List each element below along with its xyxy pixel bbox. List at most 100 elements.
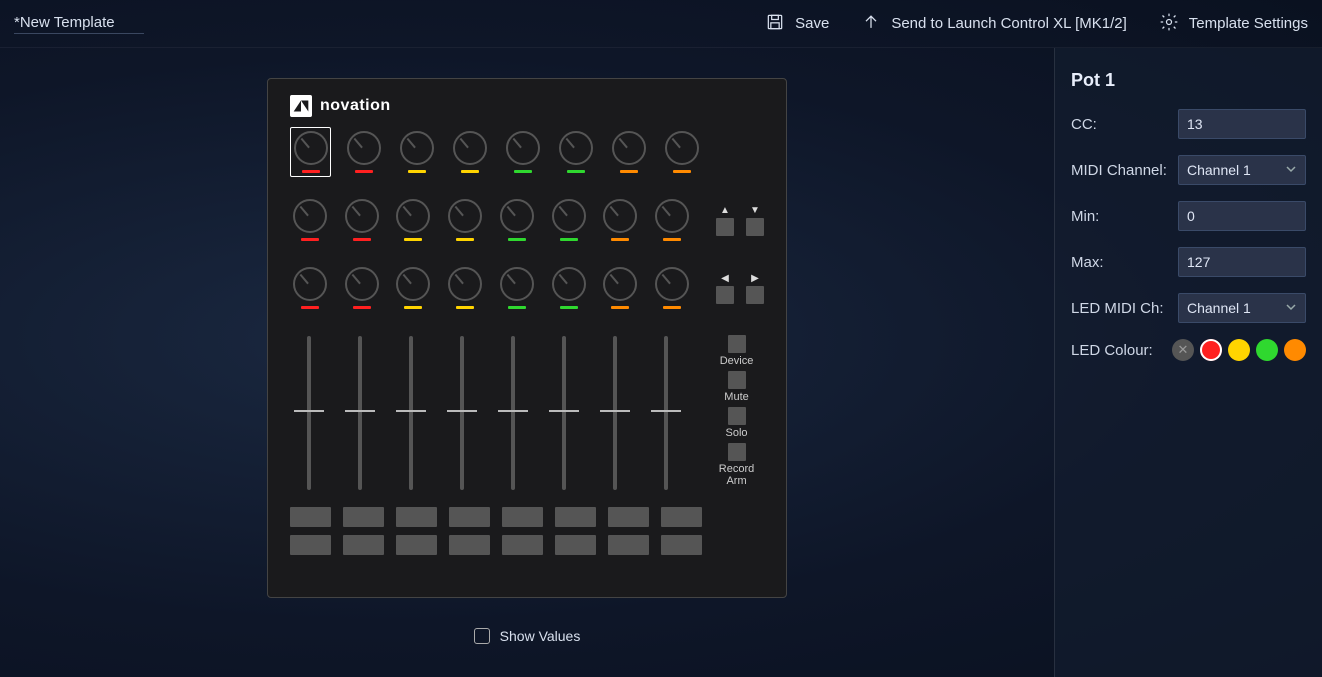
pad-2-2[interactable]	[343, 535, 384, 555]
nav-up-button[interactable]	[716, 218, 734, 236]
mode-label-record-arm: Record Arm	[709, 463, 764, 487]
knob-1-7[interactable]	[608, 127, 649, 177]
fader-3[interactable]	[392, 331, 431, 495]
arrow-up-icon: ▲	[720, 205, 730, 216]
save-button[interactable]: Save	[765, 12, 829, 36]
knob-2-7[interactable]	[601, 195, 641, 245]
knob-3-7[interactable]	[601, 263, 641, 313]
show-values-checkbox[interactable]	[474, 628, 490, 644]
led-colour-red[interactable]	[1200, 339, 1222, 361]
send-button[interactable]: Send to Launch Control XL [MK1/2]	[861, 12, 1126, 36]
save-icon	[765, 12, 785, 36]
min-input[interactable]: 0	[1178, 201, 1306, 231]
knob-2-4[interactable]	[445, 195, 485, 245]
chevron-down-icon	[1285, 162, 1297, 178]
mode-label-device: Device	[720, 355, 754, 367]
fader-8[interactable]	[646, 331, 685, 495]
save-label: Save	[795, 15, 829, 32]
chevron-down-icon	[1285, 300, 1297, 316]
knob-3-5[interactable]	[497, 263, 537, 313]
fader-1[interactable]	[290, 331, 329, 495]
mode-button-mute[interactable]	[728, 371, 746, 389]
pad-2-3[interactable]	[396, 535, 437, 555]
mode-button-solo[interactable]	[728, 407, 746, 425]
led-colour-orange[interactable]	[1284, 339, 1306, 361]
nav-right-button[interactable]	[746, 286, 764, 304]
send-label: Send to Launch Control XL [MK1/2]	[891, 15, 1126, 32]
knob-1-6[interactable]	[555, 127, 596, 177]
knob-2-5[interactable]	[497, 195, 537, 245]
pad-1-1[interactable]	[290, 507, 331, 527]
knob-2-6[interactable]	[549, 195, 589, 245]
brand-text: novation	[320, 97, 391, 115]
topbar: *New Template Save Send to Launch Contro…	[0, 0, 1322, 48]
device-panel: novation ▲▼◀▶ DeviceMuteSoloRecord Arm	[267, 78, 787, 598]
fader-6[interactable]	[544, 331, 583, 495]
max-label: Max:	[1071, 254, 1104, 271]
pad-1-3[interactable]	[396, 507, 437, 527]
brand-logo: novation	[290, 95, 764, 117]
knob-1-8[interactable]	[661, 127, 702, 177]
led-colour-yellow[interactable]	[1228, 339, 1250, 361]
pad-1-2[interactable]	[343, 507, 384, 527]
pad-1-4[interactable]	[449, 507, 490, 527]
knob-3-6[interactable]	[549, 263, 589, 313]
led-colour-label: LED Colour:	[1071, 342, 1153, 359]
led-midi-select[interactable]: Channel 1	[1178, 293, 1306, 323]
upload-icon	[861, 12, 881, 36]
knob-2-2[interactable]	[342, 195, 382, 245]
fader-5[interactable]	[494, 331, 533, 495]
knob-1-2[interactable]	[343, 127, 384, 177]
template-name-input[interactable]: *New Template	[14, 14, 144, 34]
pad-2-8[interactable]	[661, 535, 702, 555]
led-colour-swatches: ✕	[1172, 339, 1306, 361]
pad-2-1[interactable]	[290, 535, 331, 555]
sidebar-title: Pot 1	[1071, 70, 1306, 91]
fader-7[interactable]	[595, 331, 634, 495]
pad-2-4[interactable]	[449, 535, 490, 555]
settings-button[interactable]: Template Settings	[1159, 12, 1308, 36]
led-colour-none[interactable]: ✕	[1172, 339, 1194, 361]
pad-1-8[interactable]	[661, 507, 702, 527]
pad-2-6[interactable]	[555, 535, 596, 555]
pad-1-6[interactable]	[555, 507, 596, 527]
midi-channel-select[interactable]: Channel 1	[1178, 155, 1306, 185]
knob-2-1[interactable]	[290, 195, 330, 245]
gear-icon	[1159, 12, 1179, 36]
mode-button-device[interactable]	[728, 335, 746, 353]
show-values-label: Show Values	[500, 628, 581, 644]
led-midi-label: LED MIDI Ch:	[1071, 300, 1164, 317]
fader-2[interactable]	[341, 331, 380, 495]
pad-1-5[interactable]	[502, 507, 543, 527]
fader-4[interactable]	[443, 331, 482, 495]
led-colour-green[interactable]	[1256, 339, 1278, 361]
arrow-down-icon: ▼	[750, 205, 760, 216]
nav-left-button[interactable]	[716, 286, 734, 304]
mode-button-record-arm[interactable]	[728, 443, 746, 461]
knob-2-8[interactable]	[652, 195, 692, 245]
pad-2-5[interactable]	[502, 535, 543, 555]
pad-2-7[interactable]	[608, 535, 649, 555]
cc-input[interactable]: 13	[1178, 109, 1306, 139]
knob-3-8[interactable]	[652, 263, 692, 313]
mode-label-solo: Solo	[726, 427, 748, 439]
knob-1-3[interactable]	[396, 127, 437, 177]
cc-label: CC:	[1071, 116, 1097, 133]
knob-3-3[interactable]	[394, 263, 434, 313]
knob-1-4[interactable]	[449, 127, 490, 177]
knob-3-2[interactable]	[342, 263, 382, 313]
max-input[interactable]: 127	[1178, 247, 1306, 277]
nav-down-button[interactable]	[746, 218, 764, 236]
min-label: Min:	[1071, 208, 1099, 225]
show-values-row: Show Values	[474, 628, 581, 644]
pad-1-7[interactable]	[608, 507, 649, 527]
arrow-right-icon: ▶	[751, 273, 759, 284]
knob-2-3[interactable]	[394, 195, 434, 245]
properties-sidebar: Pot 1 CC: 13 MIDI Channel: Channel 1 Min…	[1054, 48, 1322, 677]
settings-label: Template Settings	[1189, 15, 1308, 32]
knob-3-1[interactable]	[290, 263, 330, 313]
knob-3-4[interactable]	[445, 263, 485, 313]
knob-1-5[interactable]	[502, 127, 543, 177]
knob-1-1[interactable]	[290, 127, 331, 177]
midi-channel-label: MIDI Channel:	[1071, 162, 1167, 179]
